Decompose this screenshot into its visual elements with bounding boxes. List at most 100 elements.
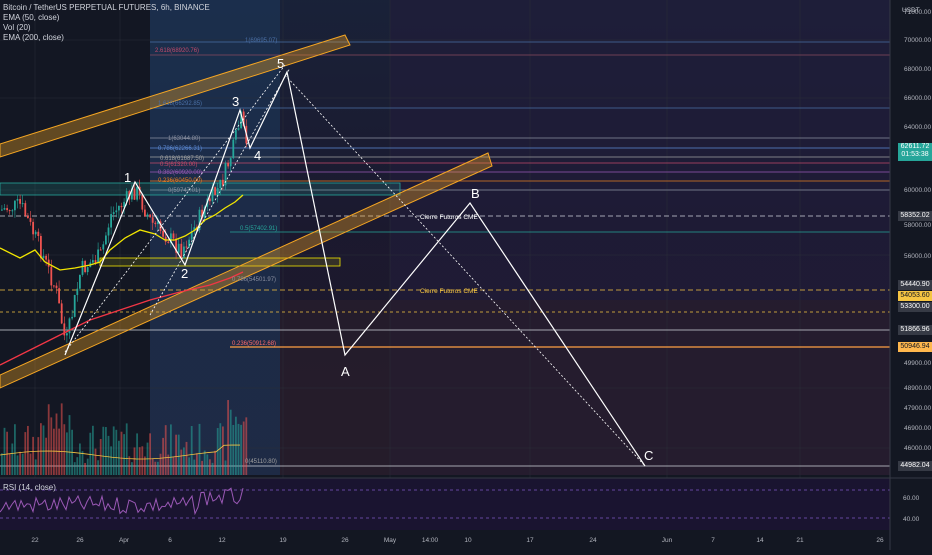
candle-body <box>133 188 136 200</box>
time-tick: 26 <box>876 537 884 544</box>
candle-body <box>81 260 84 275</box>
volume-bar <box>37 437 40 475</box>
volume-bar <box>115 429 118 475</box>
price-tick: 48900.00 <box>904 385 931 392</box>
volume-bar <box>222 426 224 475</box>
candle-body <box>154 222 157 225</box>
candle-body <box>151 217 154 223</box>
volume-bar <box>123 434 125 475</box>
price-tick: 66000.00 <box>904 95 931 102</box>
wave-label-4: 4 <box>254 148 261 163</box>
candle-body <box>110 214 112 228</box>
volume-bar <box>177 434 180 475</box>
volume-bar <box>24 432 27 475</box>
candle-body <box>162 230 164 237</box>
fib-label: 1(63044.80) <box>168 136 200 142</box>
volume-bar <box>172 456 175 475</box>
candle-body <box>107 227 110 236</box>
candle-body <box>115 210 118 213</box>
volume-bar <box>190 426 193 475</box>
candle-body <box>24 203 27 216</box>
volume-bar <box>193 459 196 475</box>
price-tick: 56000.00 <box>904 253 931 260</box>
candle-body <box>146 214 149 217</box>
candle-body <box>216 188 219 195</box>
time-tick: 12 <box>218 537 226 544</box>
candle-body <box>73 295 76 317</box>
symbol-title[interactable]: Bitcoin / TetherUS PERPETUAL FUTURES, 6h… <box>3 3 210 12</box>
volume-bar <box>58 428 60 475</box>
candle-body <box>118 205 120 211</box>
candle-body <box>60 303 63 324</box>
fib-label: 2.618(68920.76) <box>155 48 199 54</box>
candle-body <box>40 236 42 259</box>
candle-body <box>141 194 144 210</box>
volume-bar <box>102 426 105 475</box>
candle-body <box>183 246 185 258</box>
volume-bar <box>149 433 151 475</box>
volume-bar <box>6 431 8 475</box>
candle-body <box>21 203 24 205</box>
volume-bar <box>242 421 245 475</box>
candle-body <box>219 179 222 189</box>
time-tick: 6 <box>168 537 172 544</box>
volume-bar <box>107 435 110 475</box>
time-tick: 19 <box>279 537 287 544</box>
candle-body <box>3 208 6 210</box>
indicator-ema200[interactable]: EMA (200, close) <box>3 33 64 42</box>
volume-bar <box>159 453 162 475</box>
candle-body <box>37 231 40 237</box>
candle-body <box>232 139 235 159</box>
tradingview-chart[interactable]: 22 26 Apr 6 12 19 26 May 14:00 10 17 24 Jun 7 14 21 26 1… <box>0 0 932 550</box>
candle-body <box>99 249 102 251</box>
volume-bar <box>89 432 92 475</box>
candle-body <box>229 158 232 167</box>
volume-bar <box>131 462 133 475</box>
rsi-tick-40: 40.00 <box>903 516 920 523</box>
candle-body <box>45 255 47 260</box>
volume-bar <box>157 461 159 475</box>
fib-zone <box>0 0 890 475</box>
candle-body <box>53 285 55 287</box>
volume-bar <box>214 450 216 475</box>
price-marker-cme-yellow: 54053.60 <box>898 291 932 301</box>
candle-body <box>120 205 123 208</box>
candle-body <box>172 233 175 239</box>
candle-body <box>32 221 34 235</box>
indicator-volume[interactable]: Vol (20) <box>3 23 31 32</box>
rsi-panel <box>0 477 932 530</box>
wave-label-C: C <box>644 448 653 463</box>
price-marker-1: 54440.90 <box>898 280 932 290</box>
volume-bar <box>216 428 219 475</box>
chart-canvas[interactable]: 22 26 Apr 6 12 19 26 May 14:00 10 17 24 Jun 7 14 21 26 1… <box>0 0 932 550</box>
volume-bar <box>19 451 21 475</box>
cme-close-yellow-label: Cierre Futuros CME <box>420 288 478 295</box>
current-price-value: 62611.72 <box>900 143 930 150</box>
wave-label-1: 1 <box>124 170 131 185</box>
fib-label: 0.5(61320.00) <box>160 162 197 168</box>
rsi-label[interactable]: RSI (14, close) <box>3 483 56 492</box>
volume-bar <box>68 415 71 475</box>
volume-bar <box>201 460 203 475</box>
volume-bar <box>53 428 55 475</box>
volume-bar <box>73 462 76 475</box>
volume-bar <box>154 461 157 475</box>
time-tick: 17 <box>526 537 534 544</box>
fib-label: 0(45110.80) <box>245 459 277 465</box>
indicator-ema50[interactable]: EMA (50, close) <box>3 13 59 22</box>
volume-bar <box>141 446 144 475</box>
candle-body <box>16 199 19 201</box>
time-tick: 21 <box>796 537 804 544</box>
volume-bar <box>133 447 136 475</box>
volume-bar <box>229 409 232 475</box>
volume-bar <box>240 424 242 475</box>
candle-body <box>97 249 99 263</box>
volume-bar <box>180 449 183 475</box>
candle-body <box>50 266 53 286</box>
fib-label: 1.618(66292.85) <box>158 101 202 107</box>
fib-label: 0.5(57402.91) <box>240 226 277 232</box>
candle-body <box>76 288 79 296</box>
volume-bar <box>164 425 167 475</box>
volume-bar <box>29 453 32 475</box>
time-tick: 10 <box>464 537 472 544</box>
